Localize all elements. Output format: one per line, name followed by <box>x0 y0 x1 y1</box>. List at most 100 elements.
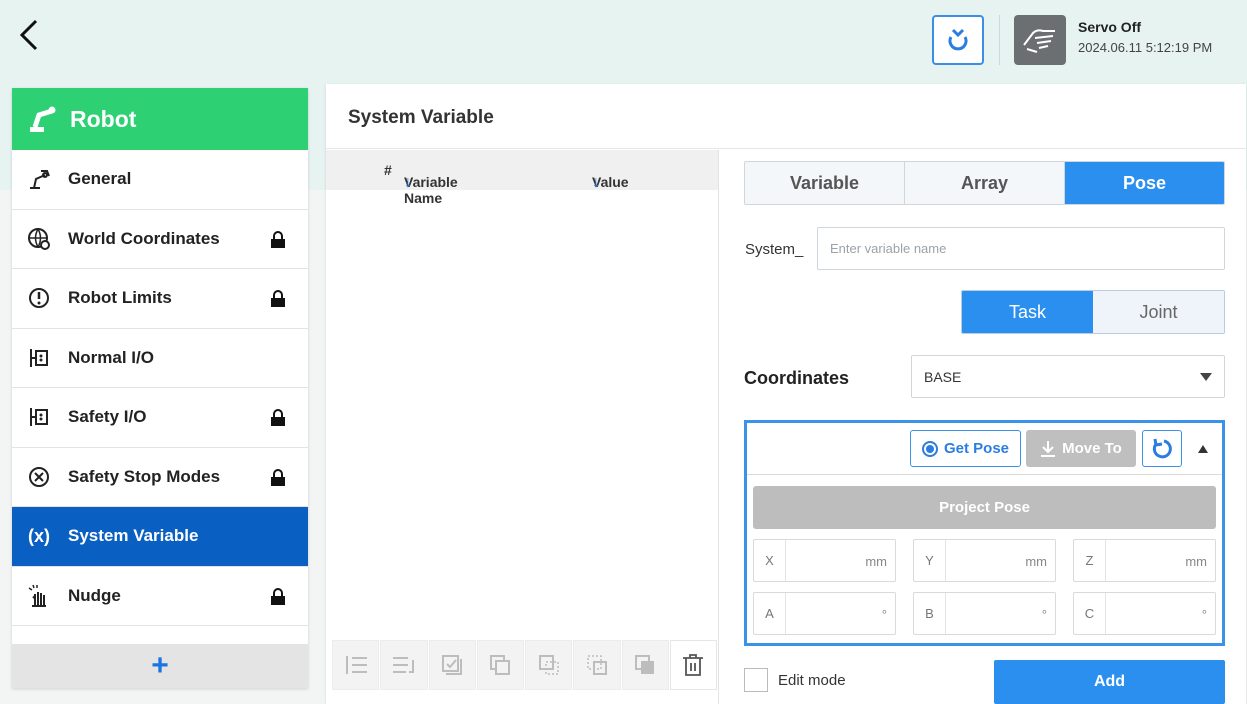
sidebar-header: Robot <box>12 88 308 150</box>
datetime-text: 2024.06.11 5:12:19 PM <box>1078 40 1213 55</box>
servo-status-icon <box>1014 15 1066 65</box>
field-unit: mm <box>865 554 887 569</box>
paste-button[interactable] <box>621 640 669 690</box>
sidebar-item-general[interactable]: General <box>12 150 308 210</box>
field-label: Z <box>1074 540 1106 581</box>
checkbox-icon <box>442 655 463 675</box>
tab-joint[interactable]: Joint <box>1093 291 1224 333</box>
select-button[interactable] <box>428 640 476 690</box>
field-unit: ° <box>881 607 887 622</box>
sidebar-item-label: World Coordinates <box>68 228 220 248</box>
variable-x-icon: (x) <box>28 525 50 546</box>
tab-variable[interactable]: Variable <box>745 162 905 204</box>
edit-mode-checkbox[interactable] <box>744 668 768 692</box>
copy-button[interactable] <box>476 640 524 690</box>
lock-icon <box>270 230 286 254</box>
field-unit: ° <box>1201 607 1207 622</box>
coordinates-select[interactable]: BASE <box>911 355 1225 398</box>
tab-task[interactable]: Task <box>962 291 1093 333</box>
tab-array[interactable]: Array <box>905 162 1065 204</box>
field-unit: mm <box>1025 554 1047 569</box>
field-label: B <box>914 593 946 634</box>
sidebar-item-label: Robot Limits <box>68 288 172 308</box>
pose-field-a[interactable]: A ° <box>753 592 896 635</box>
pose-field-c[interactable]: C ° <box>1073 592 1216 635</box>
field-label: C <box>1074 593 1106 634</box>
collapse-caret-icon[interactable] <box>1198 445 1208 453</box>
sidebar-item-nudge[interactable]: Nudge <box>12 567 308 626</box>
servo-status-text: Servo Off <box>1078 19 1142 35</box>
pose-field-y[interactable]: Y mm <box>913 539 1056 582</box>
pose-field-b[interactable]: B ° <box>913 592 1056 635</box>
table-divider <box>718 150 719 704</box>
cut-icon <box>587 655 607 675</box>
sidebar-item-robot-limits[interactable]: Robot Limits <box>12 269 308 329</box>
field-label: X <box>754 540 786 581</box>
get-pose-button[interactable]: Get Pose <box>910 430 1021 467</box>
move-to-label: Move To <box>1062 440 1122 457</box>
sidebar-item-safety-io[interactable]: Safety I/O <box>12 388 308 448</box>
indent-right-icon <box>392 657 414 673</box>
sidebar-item-label: Safety Stop Modes <box>68 466 221 486</box>
move-to-button[interactable]: Move To <box>1026 430 1136 467</box>
sidebar-add-button[interactable]: + <box>12 644 308 688</box>
variable-name-input[interactable] <box>817 227 1225 270</box>
lock-icon <box>270 587 286 611</box>
pose-field-x[interactable]: X mm <box>753 539 896 582</box>
copy-outline-button[interactable] <box>525 640 573 690</box>
sidebar-item-label: Safety I/O <box>68 407 147 427</box>
get-pose-label: Get Pose <box>943 440 1010 457</box>
globe-gear-icon <box>26 226 52 252</box>
robot-arm-icon <box>30 106 56 132</box>
circle-x-icon <box>26 464 52 490</box>
pose-toolbar: Get Pose Move To <box>747 423 1222 475</box>
caret-down-icon <box>1200 373 1212 381</box>
limit-circle-icon <box>26 285 52 311</box>
back-button[interactable] <box>14 18 44 52</box>
pose-panel: Get Pose Move To Project Pose X mm Y mm … <box>744 420 1225 646</box>
main-panel: System Variable # Variable Name ↓ Value … <box>326 84 1246 704</box>
sidebar-item-system-variable[interactable]: (x) System Variable <box>12 507 308 567</box>
add-button[interactable]: Add <box>994 660 1225 704</box>
robot-arm-icon <box>26 166 52 192</box>
paste-icon <box>635 655 655 674</box>
title-divider <box>326 148 1246 149</box>
table-toolbar <box>332 640 718 694</box>
coordinates-value: BASE <box>924 368 962 385</box>
cut-button[interactable] <box>573 640 621 690</box>
edit-mode-label: Edit mode <box>778 672 846 689</box>
servo-reset-button[interactable] <box>932 15 984 65</box>
field-label: A <box>754 593 786 634</box>
io-port-icon <box>26 404 52 430</box>
sidebar-item-safety-stop-modes[interactable]: Safety Stop Modes <box>12 448 308 507</box>
sidebar-item-normal-io[interactable]: Normal I/O <box>12 329 308 388</box>
lock-icon <box>270 468 286 492</box>
delete-button[interactable] <box>669 640 717 690</box>
tab-pose[interactable]: Pose <box>1065 162 1224 204</box>
chevron-left-icon <box>19 19 38 51</box>
space-tabs: Task Joint <box>961 290 1225 334</box>
sidebar: Robot General World Coordinates Robot Li… <box>12 88 308 688</box>
sidebar-item-label: System Variable <box>68 526 199 546</box>
sort-down-icon: ↓ <box>592 174 600 191</box>
variable-type-tabs: Variable Array Pose <box>744 161 1225 205</box>
variable-table-header: # Variable Name ↓ Value ↓ <box>326 150 718 206</box>
project-pose-button[interactable]: Project Pose <box>753 486 1216 529</box>
column-header-index: # <box>384 162 392 178</box>
field-unit: ° <box>1041 607 1047 622</box>
indent-right-button[interactable] <box>380 640 428 690</box>
plus-icon: + <box>151 649 169 682</box>
download-icon <box>1041 440 1056 457</box>
rotate-icon <box>948 28 968 51</box>
sidebar-item-world-coordinates[interactable]: World Coordinates <box>12 210 308 269</box>
radio-target-icon <box>921 440 938 457</box>
sidebar-item-label: Nudge <box>68 585 121 605</box>
copy-icon <box>490 655 511 675</box>
page-title: System Variable <box>348 107 494 128</box>
sidebar-item-label: Normal I/O <box>68 347 154 367</box>
pose-field-z[interactable]: Z mm <box>1073 539 1216 582</box>
refresh-pose-button[interactable] <box>1142 430 1182 467</box>
refresh-icon <box>1152 438 1172 458</box>
indent-left-button[interactable] <box>332 640 380 690</box>
coordinates-label: Coordinates <box>744 368 850 388</box>
